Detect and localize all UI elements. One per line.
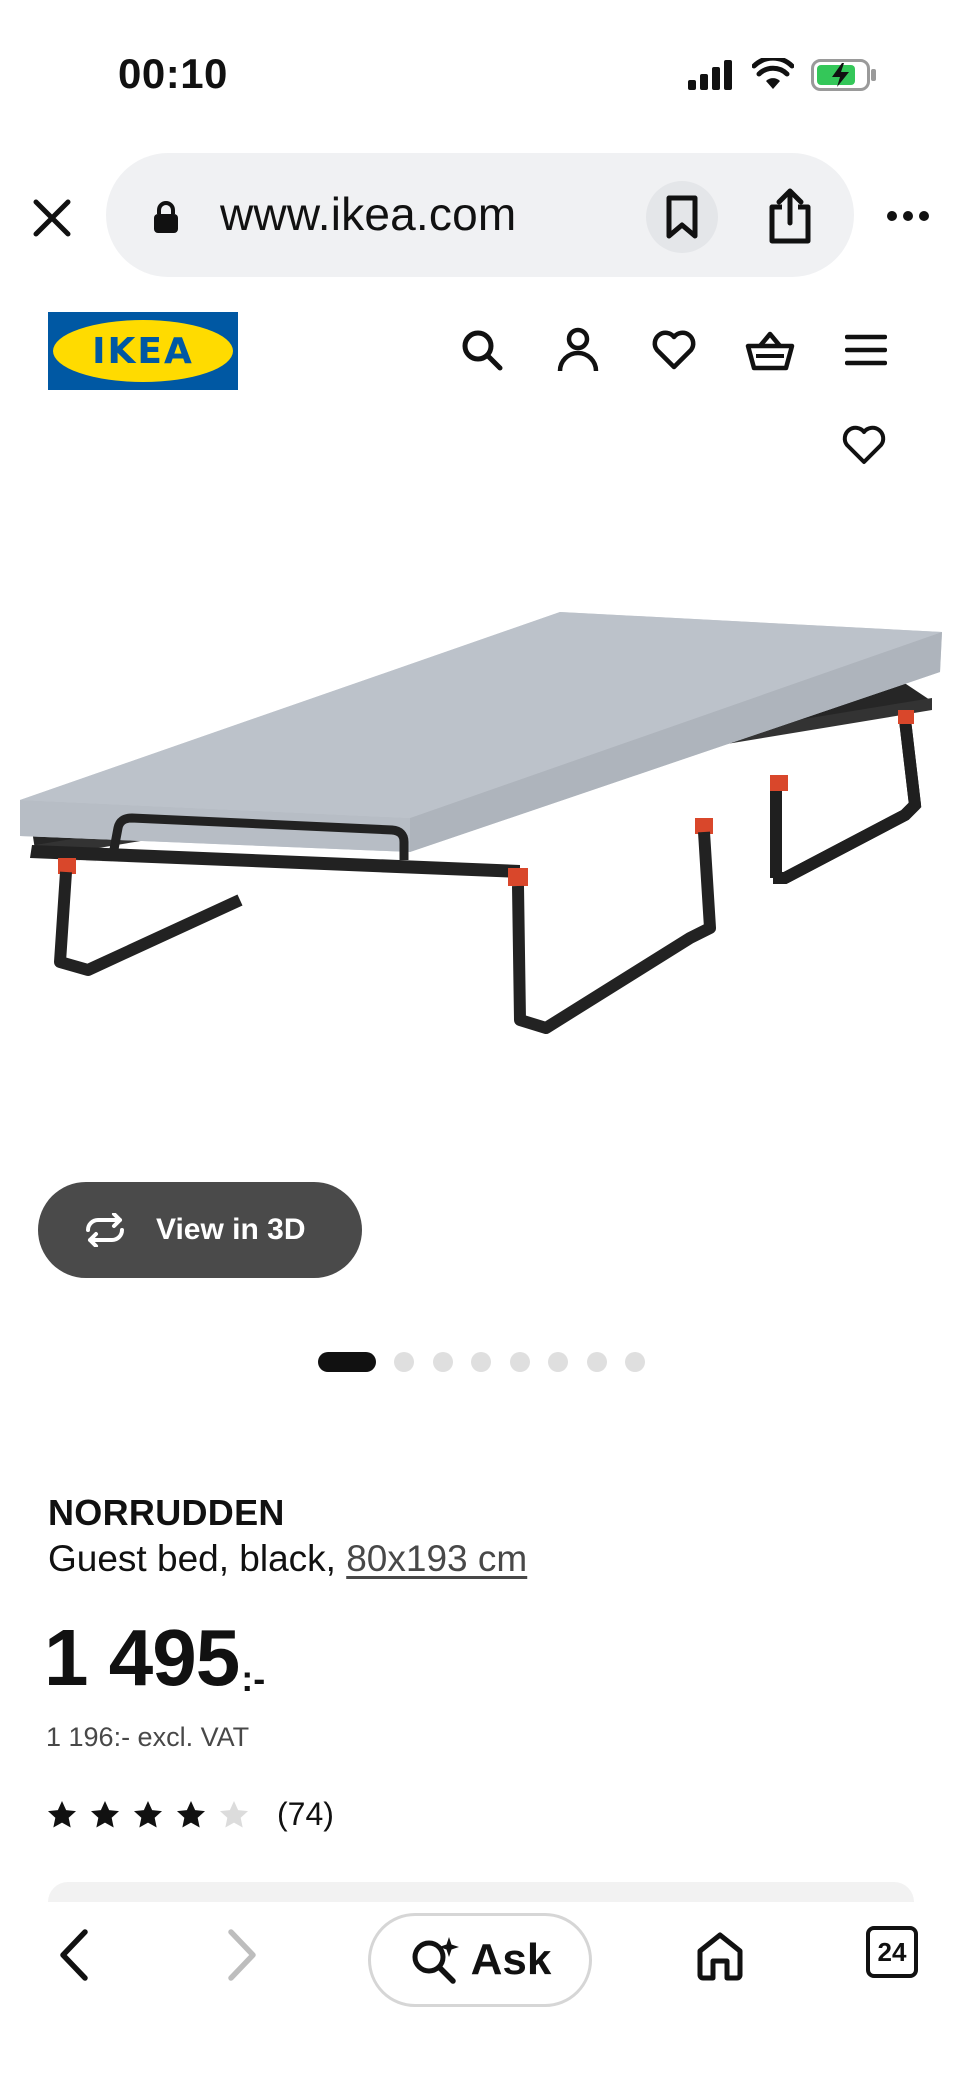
bookmark-button[interactable] (646, 181, 718, 253)
status-time: 00:10 (118, 50, 228, 97)
gallery-dot[interactable] (625, 1352, 645, 1372)
rating-stars (46, 1799, 261, 1831)
price-suffix: :- (241, 1658, 266, 1699)
star-filled-icon (134, 1800, 162, 1828)
search-icon (462, 330, 503, 371)
review-count: (74) (277, 1796, 334, 1832)
logo-text: IKEA (92, 330, 194, 372)
product-name: NORRUDDEN (48, 1492, 285, 1533)
view-in-3d-button[interactable]: View in 3D (38, 1182, 362, 1278)
gallery-dot[interactable] (432, 1352, 453, 1372)
share-button[interactable] (752, 178, 828, 254)
ask-label: Ask (470, 1935, 552, 1984)
close-icon (33, 199, 71, 237)
star-filled-icon (91, 1800, 119, 1828)
home-icon (697, 1932, 743, 1981)
heart-icon (652, 330, 696, 370)
view-in-3d-label: View in 3D (156, 1213, 306, 1246)
share-icon (769, 188, 811, 244)
search-button[interactable] (454, 322, 510, 378)
gallery-dot[interactable] (471, 1352, 491, 1372)
more-options-button[interactable] (880, 192, 936, 240)
price-excl-vat: 1 196:- excl. VAT (46, 1722, 250, 1752)
url-text[interactable]: www.ikea.com (220, 187, 516, 241)
more-icon (887, 211, 929, 221)
basket-icon (745, 331, 795, 371)
gallery-dot[interactable] (586, 1352, 607, 1372)
lock-icon (154, 201, 178, 233)
back-icon (60, 1929, 88, 1981)
heart-icon (842, 425, 886, 464)
gallery-dot[interactable] (394, 1352, 414, 1372)
wifi-icon (752, 58, 794, 89)
ikea-logo[interactable]: IKEA (48, 312, 238, 390)
menu-icon (845, 334, 887, 366)
price-amount: 1 495 (44, 1613, 240, 1702)
gallery-dot[interactable] (509, 1352, 530, 1372)
forward-icon (228, 1929, 256, 1981)
product-image (20, 612, 942, 1034)
gallery-pagination (318, 1352, 664, 1372)
account-button[interactable] (550, 322, 606, 378)
gallery-dot-active[interactable] (318, 1352, 376, 1372)
tab-count: 24 (877, 1936, 907, 1967)
product-description-text: Guest bed, black, (48, 1538, 336, 1579)
tabs-button[interactable]: 24 (866, 1926, 918, 1978)
save-to-list-button[interactable] (840, 422, 892, 474)
ask-button[interactable]: Ask (368, 1913, 592, 2007)
status-bar: 00:10 (0, 0, 960, 150)
bookmark-icon (666, 195, 698, 239)
menu-button[interactable] (838, 322, 894, 378)
product-size-link[interactable]: 80x193 cm (346, 1538, 527, 1579)
rotate-3d-icon (86, 1213, 124, 1247)
star-filled-icon (177, 1800, 205, 1828)
back-button[interactable] (42, 1924, 104, 1986)
ask-sparkle-search-icon (412, 1937, 459, 1984)
product-description: Guest bed, black, 80x193 cm (48, 1538, 527, 1580)
star-filled-icon (48, 1800, 76, 1828)
basket-button[interactable] (742, 322, 798, 378)
product-rating[interactable]: (74) (46, 1796, 334, 1833)
account-icon (557, 327, 599, 372)
gallery-dot[interactable] (548, 1352, 568, 1372)
forward-button[interactable] (212, 1924, 274, 1986)
close-tab-button[interactable] (26, 192, 78, 244)
logo-ellipse: IKEA (53, 320, 233, 382)
wishlist-button[interactable] (646, 322, 702, 378)
star-empty-icon (220, 1800, 248, 1828)
cellular-signal-icon (688, 60, 732, 90)
home-button[interactable] (688, 1924, 752, 1988)
product-price: 1 495 :- (44, 1618, 265, 1700)
battery-charging-icon (811, 59, 876, 91)
